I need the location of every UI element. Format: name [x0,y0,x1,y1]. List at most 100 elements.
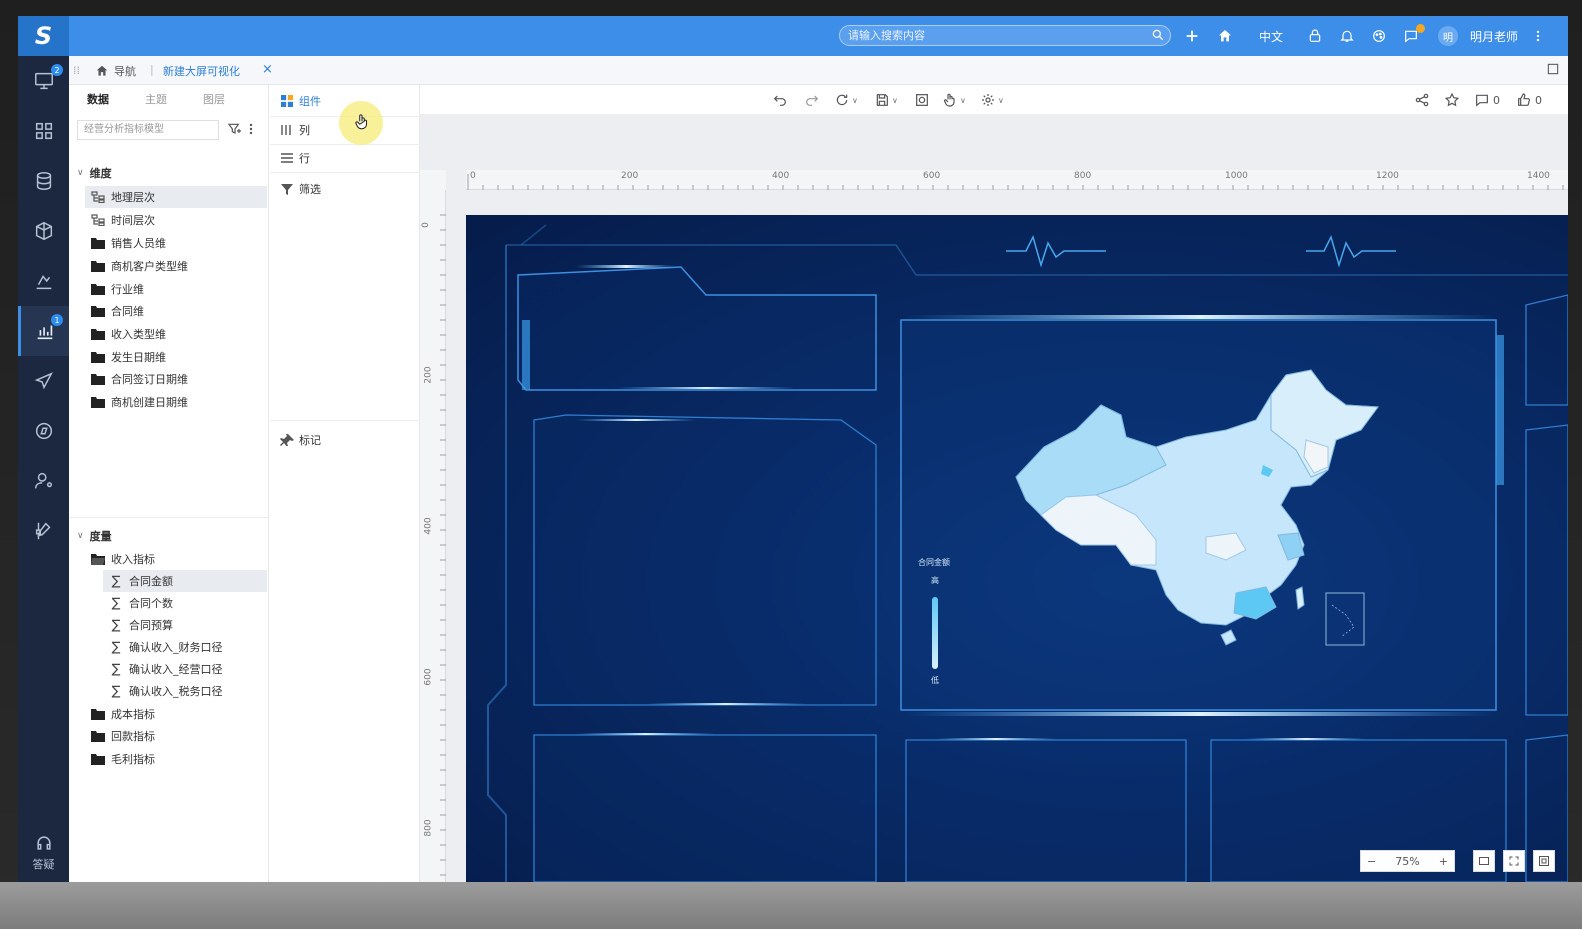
marks-shelf[interactable]: 标记 [280,432,321,448]
measure-folder[interactable]: 回款指标 [85,725,267,747]
wrench-icon [35,522,51,540]
add-button[interactable] [1182,26,1202,46]
folder-icon [91,397,105,408]
lock-icon [1309,29,1321,42]
dimension-item[interactable]: 时间层次 [85,209,267,231]
dimension-section[interactable]: ∨ 维度 [77,165,112,181]
lock-button[interactable] [1305,26,1325,46]
measure-folder[interactable]: 收入指标 [85,548,267,570]
dimension-item[interactable]: 地理层次 [85,186,267,208]
help-button[interactable]: 答疑 [18,833,69,872]
rail-item-grid[interactable] [18,106,69,156]
rail-item-publish[interactable] [18,356,69,406]
dimension-section-label: 维度 [89,167,112,180]
dimension-item[interactable]: 商机客户类型维 [85,255,267,277]
refresh-button[interactable]: ∨ [834,92,858,108]
measure-folder-label: 毛利指标 [111,753,155,766]
tab-theme[interactable]: 主题 [145,91,203,107]
sigma-icon: ∑ [111,639,121,655]
design-canvas[interactable]: 0 200 400 600 800 1000 1200 1400 0 200 4… [420,115,1568,882]
user-name[interactable]: 明月老师 [1466,26,1522,46]
component-button[interactable]: 组件 [280,93,321,109]
rail-item-cube[interactable] [18,206,69,256]
comment-button[interactable]: 0 [1474,92,1500,108]
measure-item[interactable]: ∑ 确认收入_税务口径 [103,680,267,702]
rows-icon [281,153,293,163]
settings-button[interactable]: ∨ [980,92,1004,108]
more-vertical-icon[interactable] [249,123,253,135]
rows-shelf[interactable]: 行 [280,150,310,166]
maximize-icon [1547,63,1559,75]
home-button[interactable] [1214,26,1236,46]
dimension-item[interactable]: 商机创建日期维 [85,391,267,413]
tab-data[interactable]: 数据 [87,91,145,107]
hand-pointer-icon [943,93,955,107]
tab-new-screen[interactable]: 新建大屏可视化 [163,63,240,79]
original-size-button[interactable] [1533,850,1555,872]
dimension-item[interactable]: 收入类型维 [85,323,267,345]
dimension-item[interactable]: 行业维 [85,278,267,300]
rail-item-analysis[interactable] [18,256,69,306]
notification-button[interactable] [1337,26,1357,46]
tab-close-button[interactable]: × [262,62,273,77]
theme-button[interactable] [1369,26,1389,46]
avatar[interactable]: 明 [1438,26,1458,46]
measure-folder[interactable]: 毛利指标 [85,748,267,770]
big-screen-canvas[interactable]: 合同金额 高 低 [466,215,1568,882]
filter-shelf[interactable]: 筛选 [280,181,321,197]
measure-section[interactable]: ∨ 度量 [77,528,112,544]
zoom-in-button[interactable]: + [1439,855,1448,868]
data-panel: 数据 主题 图层 经营分析指标模型 ∨ 维度 地理层次 时间层次 销售人员维 商… [69,85,269,882]
interaction-button[interactable]: ∨ [942,92,966,108]
columns-shelf[interactable]: 列 [280,122,310,138]
dimension-item[interactable]: 发生日期维 [85,346,267,368]
rail-item-config[interactable] [18,506,69,556]
language-switch[interactable]: 中文 [1253,26,1289,46]
dimension-item[interactable]: 合同签订日期维 [85,368,267,390]
dimension-item[interactable]: 销售人员维 [85,232,267,254]
tab-home-label: 导航 [114,65,136,78]
fit-screen-button[interactable] [1503,850,1525,872]
shelf-divider [270,144,420,145]
legend-title: 合同金额 [918,558,950,567]
rail-item-user[interactable] [18,456,69,506]
search-input[interactable]: 请输入搜索内容 [839,25,1171,46]
like-button[interactable]: 0 [1516,92,1542,108]
fit-width-button[interactable] [1473,850,1495,872]
rail-item-dashboard[interactable]: 1 [18,306,69,356]
app-logo[interactable]: S [18,16,69,56]
measure-item[interactable]: ∑ 合同金额 [103,570,267,592]
chevron-down-icon: ∨ [892,95,898,105]
rail-item-tools[interactable] [18,406,69,456]
sigma-icon: ∑ [111,683,121,699]
more-menu-button[interactable] [1531,26,1545,46]
zoom-out-button[interactable]: − [1367,855,1376,868]
search-icon[interactable] [1151,28,1165,42]
favorite-button[interactable] [1444,92,1460,108]
model-select[interactable]: 经营分析指标模型 [77,120,219,140]
measure-item[interactable]: ∑ 合同个数 [103,592,267,614]
dimension-item[interactable]: 合同维 [85,300,267,322]
ruler-label: 800 [423,819,434,837]
rail-item-monitor[interactable]: 2 [18,56,69,106]
measure-item[interactable]: ∑ 确认收入_财务口径 [103,636,267,658]
save-button[interactable]: ∨ [874,92,898,108]
share-icon [1415,93,1429,107]
preview-button[interactable] [914,92,930,108]
save-icon [876,94,888,106]
redo-button[interactable] [804,92,820,108]
tab-home[interactable]: 导航 [95,63,136,79]
rail-item-database[interactable] [18,156,69,206]
maximize-button[interactable] [1546,62,1560,76]
share-button[interactable] [1414,92,1430,108]
tab-layers[interactable]: 图层 [203,91,261,107]
collapse-handle-icon[interactable]: ⁞⁞ [73,64,80,77]
measure-item[interactable]: ∑ 合同预算 [103,614,267,636]
measure-item[interactable]: ∑ 确认收入_经营口径 [103,658,267,680]
filter-icon[interactable] [227,121,243,137]
marks-label: 标记 [299,434,321,447]
undo-button[interactable] [772,92,788,108]
shelf-divider [270,420,420,421]
thumbs-up-icon [1518,93,1530,106]
measure-folder[interactable]: 成本指标 [85,703,267,725]
